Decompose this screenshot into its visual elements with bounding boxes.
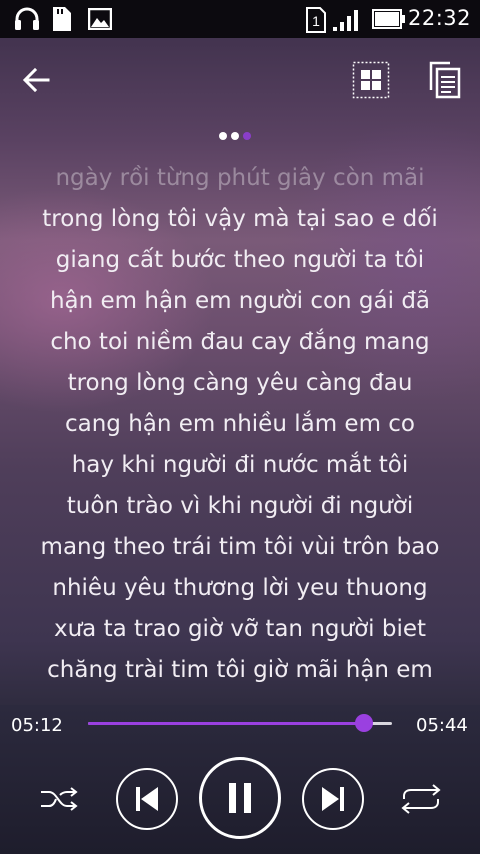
page-dot-active[interactable] [243,132,251,140]
status-time: 22:32 [407,6,471,30]
status-bar: 1 22:32 [0,0,480,38]
back-button[interactable] [20,64,54,96]
signal-icon [332,8,360,36]
sim-icon: 1 [306,7,326,37]
seek-bar-fill [88,722,364,725]
back-arrow-icon [22,67,50,93]
pause-icon [229,783,251,813]
total-duration: 05:44 [416,715,468,736]
lyric-line: trong lòng tôi vậy mà tại sao e dối [42,206,438,232]
lyric-line: nhiêu yêu thương lời yeu thuong [52,575,428,601]
seek-bar[interactable] [88,714,392,732]
previous-icon [136,787,158,811]
repeat-button[interactable] [398,783,444,815]
image-icon [87,7,113,34]
lyric-line: chăng trài tim tôi giờ mãi hận em [47,657,433,683]
lyric-line: hận em hận em người con gái đã [49,288,431,314]
sd-card-icon [52,6,72,36]
next-button[interactable] [302,768,364,830]
page-indicator [219,132,251,140]
lyric-line: cho toi niềm đau cay đắng mang [50,329,430,355]
repeat-icon [401,784,441,814]
svg-text:1: 1 [312,13,320,29]
page-dot[interactable] [231,132,239,140]
grid-view-button[interactable] [352,61,390,99]
lyric-line: mang theo trái tim tôi vùi trôn bao [40,534,440,560]
copy-lyrics-icon [429,61,461,99]
shuffle-button[interactable] [40,785,78,813]
battery-icon [372,9,406,33]
lyrics-panel[interactable]: ngày rồi từng phút giây còn mãi trong lòn… [0,158,480,698]
lyric-line: cang hận em nhiều lắm em co [64,411,416,437]
pause-button[interactable] [199,757,281,839]
lyric-line: giang cất bước theo người ta tôi [55,247,425,273]
lyric-line: hay khi người đi nước mắt tôi [71,452,409,478]
lyric-line: xưa ta trao giờ vỡ tan người biet [53,616,427,642]
shuffle-icon [41,787,78,811]
previous-button[interactable] [116,768,178,830]
grid-view-icon [352,61,390,99]
lyric-line: tuôn trào vì khi người đi người [66,493,414,519]
headphones-icon [14,7,40,35]
lyric-line: trong lòng càng yêu càng đau [67,370,413,396]
seek-bar-handle[interactable] [354,714,373,732]
page-dot[interactable] [219,132,227,140]
lyric-line: ngày rồi từng phút giây còn mãi [55,165,425,191]
elapsed-time: 05:12 [11,715,63,736]
copy-lyrics-button[interactable] [428,60,462,100]
next-icon [322,787,344,811]
player-controls: 05:12 05:44 [0,705,480,854]
